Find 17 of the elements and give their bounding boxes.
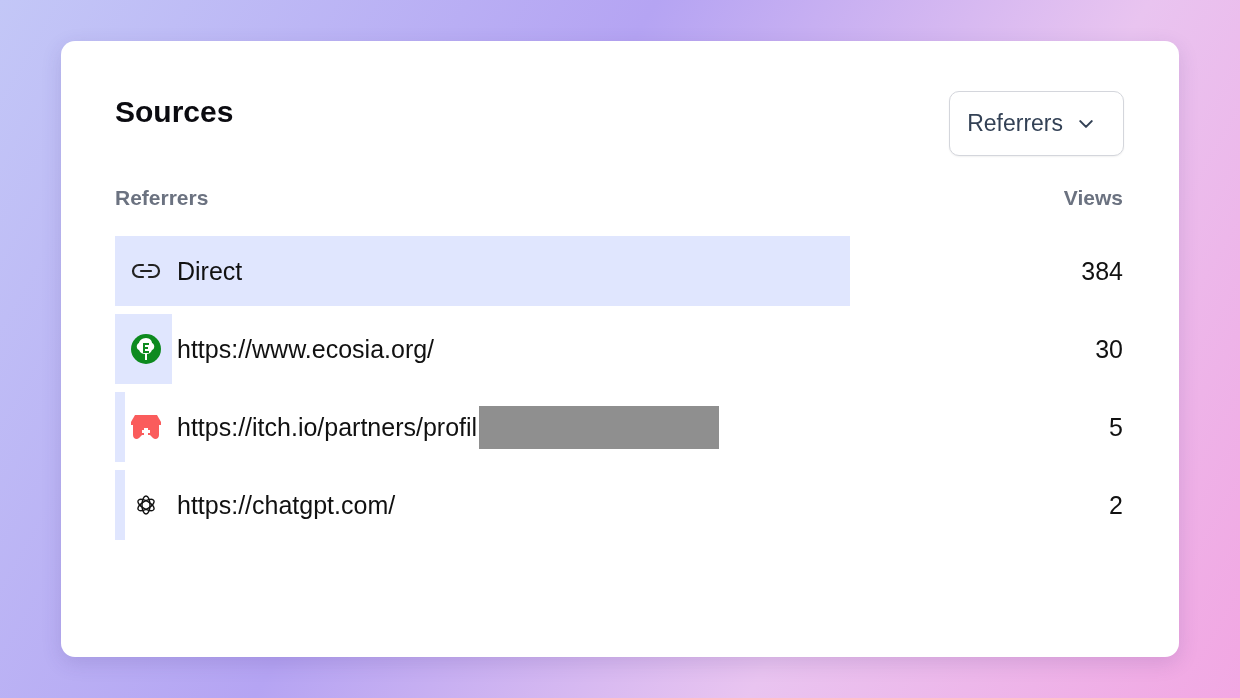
card-title: Sources — [115, 95, 234, 129]
bar-fill — [115, 470, 125, 540]
bar-fill — [115, 392, 125, 462]
referrer-url: https://chatgpt.com/ — [177, 490, 396, 520]
view-count: 2 — [1109, 490, 1123, 520]
referrers-dropdown[interactable]: Referrers — [949, 91, 1124, 156]
link-icon — [130, 261, 162, 281]
view-count: 384 — [1081, 256, 1123, 286]
chevron-down-icon — [1079, 119, 1093, 128]
column-header: Views — [1063, 186, 1123, 210]
view-count: 30 — [1095, 334, 1123, 364]
column-header: Referrers — [115, 186, 209, 210]
view-count: 5 — [1109, 412, 1123, 442]
referrer-url: https://itch.io/partners/profil — [177, 412, 478, 442]
referrer-url: https://www.ecosia.org/ — [177, 334, 435, 364]
tree-icon — [130, 333, 162, 365]
referrer-url: Direct — [177, 256, 243, 286]
